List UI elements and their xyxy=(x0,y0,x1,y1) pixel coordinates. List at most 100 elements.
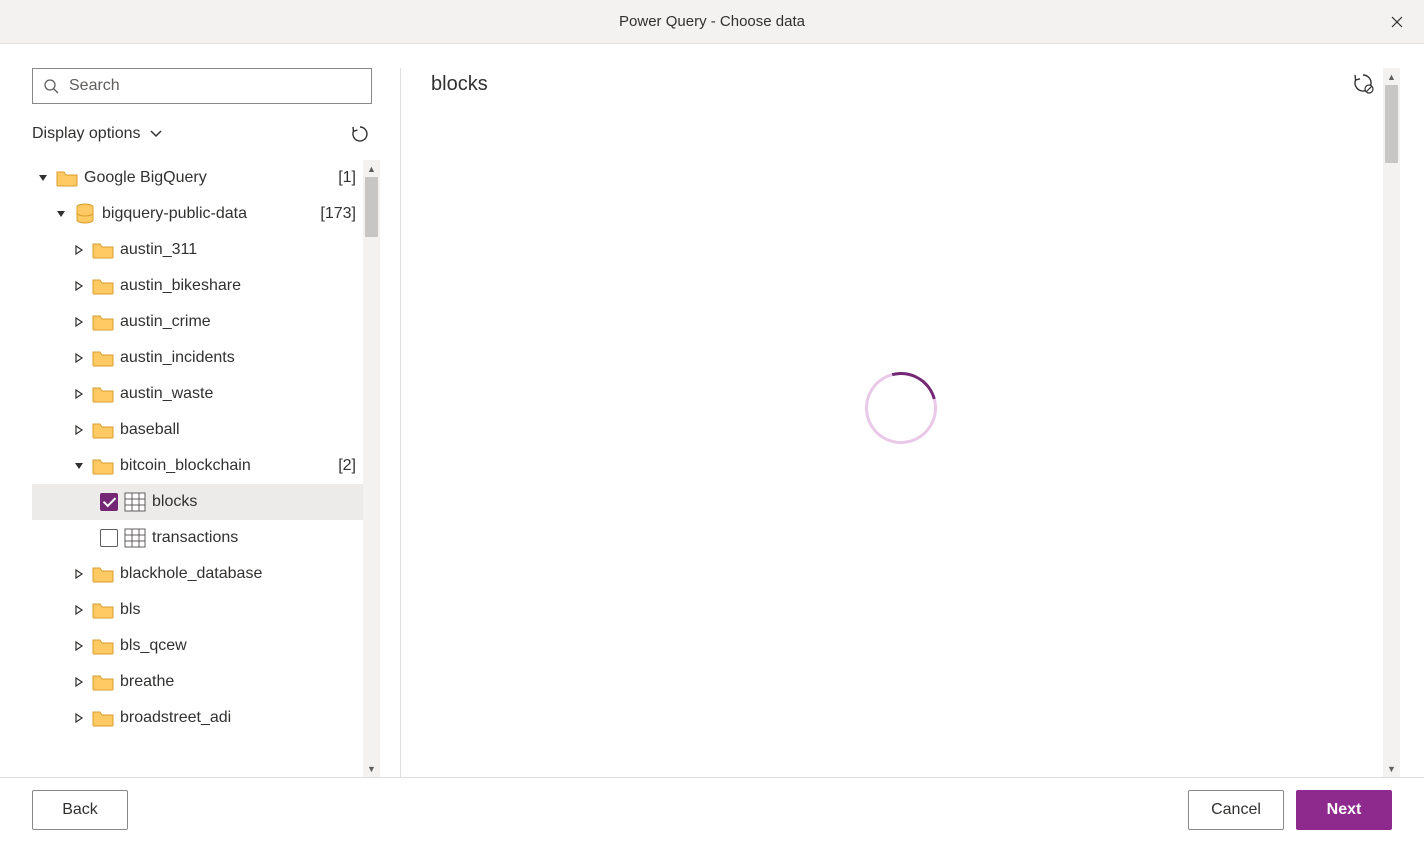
preview-panel: blocks ▲ ▼ xyxy=(401,68,1400,777)
tree-node-label: austin_bikeshare xyxy=(120,277,360,295)
tree-node-label: austin_incidents xyxy=(120,349,360,367)
scroll-thumb[interactable] xyxy=(365,177,378,237)
scroll-up-icon[interactable]: ▲ xyxy=(1383,68,1400,85)
window-title: Power Query - Choose data xyxy=(0,13,1424,30)
table-icon xyxy=(124,528,146,548)
expander-icon[interactable] xyxy=(72,245,86,255)
tree-node-project[interactable]: bigquery-public-data [173] xyxy=(32,196,380,232)
close-icon xyxy=(1391,16,1403,28)
display-options-row: Display options xyxy=(32,116,372,152)
expander-icon[interactable] xyxy=(72,389,86,399)
next-button[interactable]: Next xyxy=(1296,790,1392,830)
tree-node-label: austin_311 xyxy=(120,241,360,259)
tree-node-root[interactable]: Google BigQuery [1] xyxy=(32,160,380,196)
tree-node-label: baseball xyxy=(120,421,360,439)
tree-node-folder[interactable]: austin_bikeshare xyxy=(32,268,380,304)
preview-scrollbar[interactable]: ▲ ▼ xyxy=(1383,68,1400,777)
tree-node-label: bls xyxy=(120,601,360,619)
scroll-track[interactable] xyxy=(1383,85,1400,760)
tree-node-folder[interactable]: baseball xyxy=(32,412,380,448)
folder-icon xyxy=(92,420,114,440)
tree-node-count: [173] xyxy=(320,205,360,223)
navigator-tree: Google BigQuery [1] bigquery-public-data… xyxy=(32,160,380,777)
tree-node-folder-expanded[interactable]: bitcoin_blockchain [2] xyxy=(32,448,380,484)
display-options-button[interactable]: Display options xyxy=(32,125,163,143)
navigator-panel: Display options Google BigQuery [1 xyxy=(32,68,380,777)
tree-node-label: breathe xyxy=(120,673,360,691)
expander-icon[interactable] xyxy=(54,209,68,219)
expander-icon[interactable] xyxy=(72,605,86,615)
tree-scrollbar[interactable]: ▲ ▼ xyxy=(363,160,380,777)
expander-icon[interactable] xyxy=(72,461,86,471)
folder-icon xyxy=(92,708,114,728)
close-button[interactable] xyxy=(1374,0,1420,44)
folder-icon xyxy=(92,564,114,584)
tree-node-folder[interactable]: bls xyxy=(32,592,380,628)
expander-icon[interactable] xyxy=(72,353,86,363)
tree-node-label: bitcoin_blockchain xyxy=(120,457,332,475)
tree-node-label: austin_waste xyxy=(120,385,360,403)
tree-node-label: bls_qcew xyxy=(120,637,360,655)
database-icon xyxy=(74,204,96,224)
body: Display options Google BigQuery [1 xyxy=(0,44,1424,777)
title-bar: Power Query - Choose data xyxy=(0,0,1424,44)
tree-node-folder[interactable]: broadstreet_adi xyxy=(32,700,380,736)
tree-node-count: [2] xyxy=(338,457,360,475)
scroll-track[interactable] xyxy=(363,177,380,760)
folder-icon xyxy=(92,672,114,692)
refresh-tree-button[interactable] xyxy=(348,122,372,146)
tree-node-label: transactions xyxy=(152,529,360,547)
expander-icon[interactable] xyxy=(72,569,86,579)
tree-node-folder[interactable]: austin_incidents xyxy=(32,340,380,376)
tree-node-folder[interactable]: austin_311 xyxy=(32,232,380,268)
expander-icon[interactable] xyxy=(72,641,86,651)
tree-node-table[interactable]: blocks xyxy=(32,484,380,520)
search-icon xyxy=(43,78,59,94)
tree-node-label: blackhole_database xyxy=(120,565,360,583)
tree-node-label: bigquery-public-data xyxy=(102,205,314,223)
refresh-preview-button[interactable] xyxy=(1352,72,1376,96)
spinner-icon xyxy=(851,359,949,457)
tree-node-label: blocks xyxy=(152,493,360,511)
expander-icon[interactable] xyxy=(72,425,86,435)
tree-node-table[interactable]: transactions xyxy=(32,520,380,556)
folder-icon xyxy=(92,240,114,260)
expander-icon[interactable] xyxy=(72,317,86,327)
tree-node-folder[interactable]: austin_waste xyxy=(32,376,380,412)
tree-node-label: austin_crime xyxy=(120,313,360,331)
back-button[interactable]: Back xyxy=(32,790,128,830)
folder-icon xyxy=(92,600,114,620)
expander-icon[interactable] xyxy=(72,677,86,687)
preview-header: blocks xyxy=(431,68,1400,100)
tree-container: Google BigQuery [1] bigquery-public-data… xyxy=(32,160,380,777)
tree-node-folder[interactable]: blackhole_database xyxy=(32,556,380,592)
cancel-button[interactable]: Cancel xyxy=(1188,790,1284,830)
refresh-icon xyxy=(350,124,370,144)
folder-icon xyxy=(92,276,114,296)
search-box[interactable] xyxy=(32,68,372,104)
tree-node-folder[interactable]: austin_crime xyxy=(32,304,380,340)
table-icon xyxy=(124,492,146,512)
checkbox[interactable] xyxy=(100,529,118,547)
scroll-thumb[interactable] xyxy=(1385,85,1398,163)
folder-icon xyxy=(92,636,114,656)
footer: Back Cancel Next xyxy=(0,777,1424,841)
chevron-down-icon xyxy=(149,127,163,141)
preview-title: blocks xyxy=(431,73,488,96)
expander-icon[interactable] xyxy=(72,281,86,291)
display-options-label: Display options xyxy=(32,125,141,143)
folder-icon xyxy=(92,312,114,332)
folder-icon xyxy=(56,168,78,188)
tree-node-label: Google BigQuery xyxy=(84,169,332,187)
expander-icon[interactable] xyxy=(36,173,50,183)
checkbox[interactable] xyxy=(100,493,118,511)
scroll-up-icon[interactable]: ▲ xyxy=(363,160,380,177)
tree-node-folder[interactable]: bls_qcew xyxy=(32,628,380,664)
scroll-down-icon[interactable]: ▼ xyxy=(1383,760,1400,777)
folder-icon xyxy=(92,456,114,476)
tree-node-folder[interactable]: breathe xyxy=(32,664,380,700)
scroll-down-icon[interactable]: ▼ xyxy=(363,760,380,777)
refresh-cancel-icon xyxy=(1352,72,1374,94)
search-input[interactable] xyxy=(67,76,361,96)
expander-icon[interactable] xyxy=(72,713,86,723)
